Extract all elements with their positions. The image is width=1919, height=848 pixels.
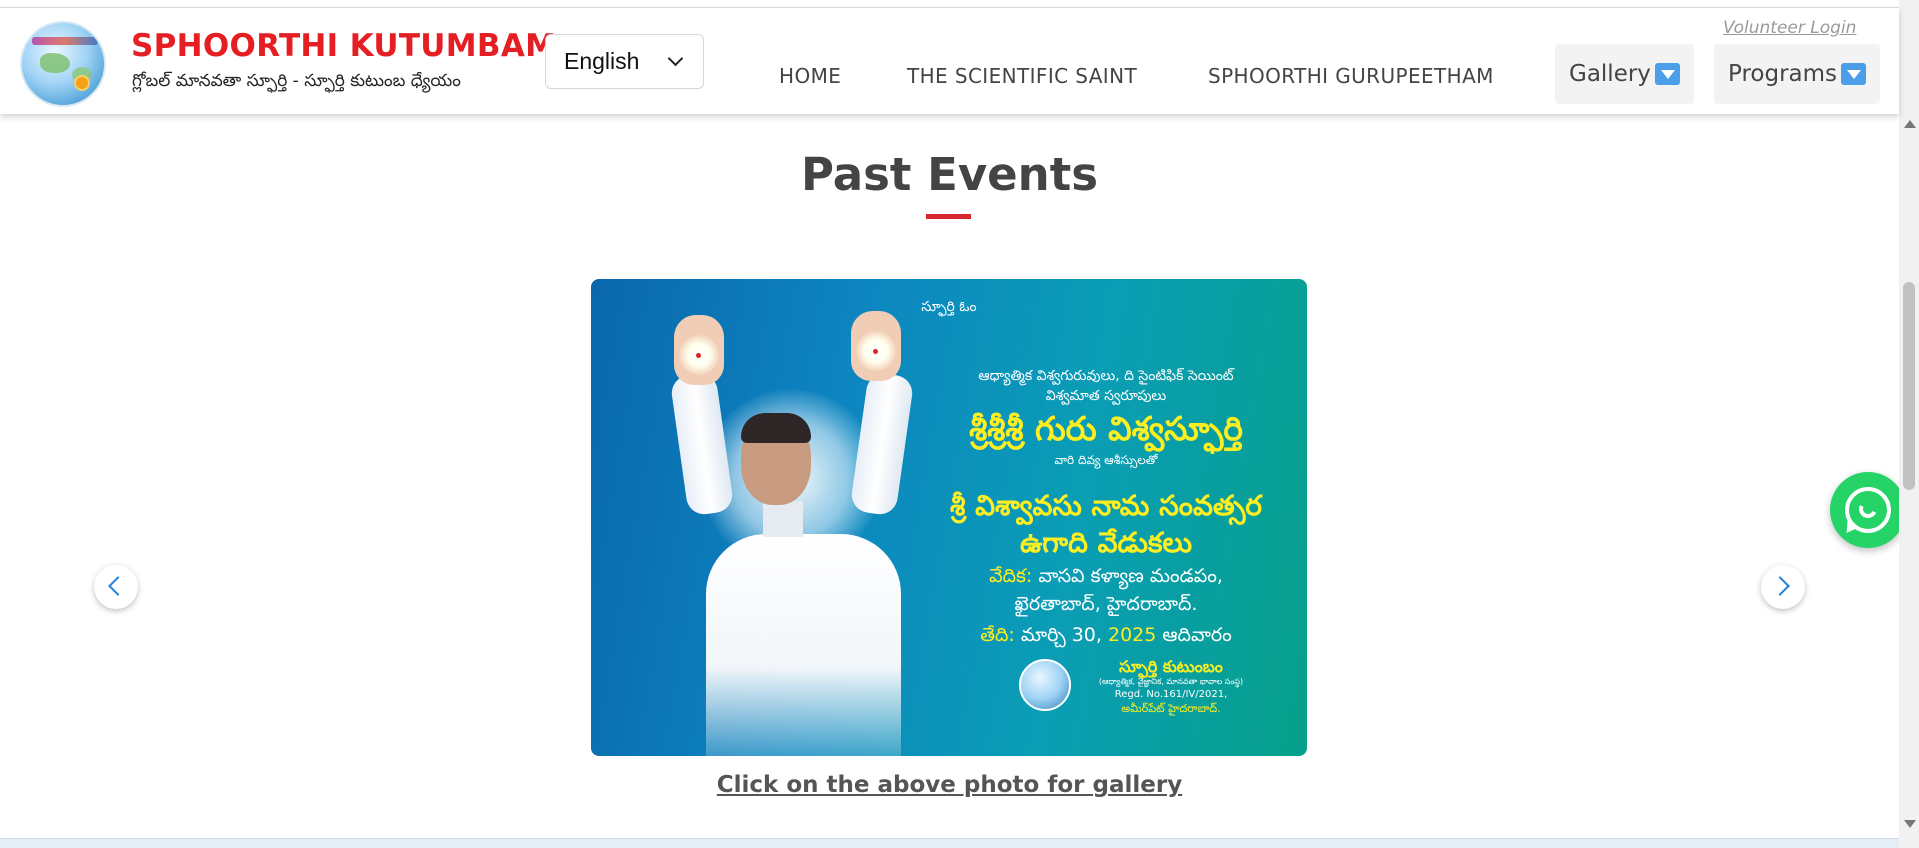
carousel-next-button[interactable]	[1761, 565, 1805, 609]
date-label: తేది:	[980, 624, 1015, 646]
palm-dot	[873, 349, 878, 354]
slide-org-reg: Regd. No.161/IV/2021,	[1114, 689, 1228, 700]
top-border	[0, 0, 1899, 8]
bottom-bar	[0, 838, 1899, 848]
chevron-left-icon	[108, 576, 128, 596]
date-text: మార్చి 30,	[1020, 624, 1102, 646]
slide-line1: ఆధ్యాత్మిక విశ్వగురువులు, ది సైంటిఫిక్ స…	[978, 368, 1234, 384]
page-scrollbar[interactable]	[1899, 0, 1919, 848]
date-year: 2025	[1107, 624, 1157, 646]
site-header: SPHOORTHI KUTUMBAM గ్లోబల్ మానవతా స్ఫూర్…	[0, 8, 1899, 114]
nav-home[interactable]: HOME	[779, 64, 841, 88]
whatsapp-button[interactable]	[1830, 472, 1906, 548]
scroll-up-icon[interactable]	[1904, 120, 1916, 128]
venue-label: వేదిక:	[989, 565, 1033, 587]
date-day: ఆదివారం	[1162, 624, 1232, 646]
figure-collar	[763, 501, 803, 537]
slide-org-place: అమీర్‌పేట్ హైదరాబాద్.	[1121, 702, 1221, 715]
gallery-link-caption[interactable]: Click on the above photo for gallery	[0, 772, 1899, 798]
chevron-right-icon	[1770, 576, 1790, 596]
chevron-down-icon	[667, 50, 684, 67]
volunteer-login-link[interactable]: Volunteer Login	[1723, 18, 1856, 38]
palm-icon	[674, 315, 724, 385]
venue-text: వాసవి కళ్యాణ మండపం,	[1038, 565, 1223, 587]
figure-body	[706, 534, 901, 756]
dropdown-arrow-icon	[1841, 63, 1867, 85]
nav-gallery-label: Gallery	[1569, 61, 1651, 87]
site-logo[interactable]	[20, 21, 106, 107]
raised-arm	[849, 371, 915, 517]
nav-sphoorthi-gurupeetham[interactable]: SPHOORTHI GURUPEETHAM	[1208, 64, 1494, 88]
nav-programs-label: Programs	[1728, 61, 1838, 87]
title-underline	[926, 214, 971, 219]
figure-hair	[741, 413, 811, 443]
language-value: English	[564, 48, 640, 74]
logo-sun	[74, 75, 90, 91]
slide-guru-name: శ్రీశ్రీశ్రీ గురు విశ్వస్ఫూర్తి	[969, 409, 1243, 448]
palm-icon	[851, 311, 901, 381]
logo-land	[40, 53, 70, 73]
slide-date-line: తేది: మార్చి 30, 2025 ఆదివారం	[926, 624, 1286, 651]
scrollbar-thumb[interactable]	[1903, 282, 1915, 490]
brand-title[interactable]: SPHOORTHI KUTUMBAM	[131, 28, 556, 64]
language-select[interactable]: English	[545, 34, 704, 89]
dropdown-arrow-icon	[1654, 63, 1680, 85]
raised-arm	[669, 371, 735, 517]
slide-venue-line1: వేదిక: వాసవి కళ్యాణ మండపం,	[926, 565, 1286, 592]
event-slide-image[interactable]: స్ఫూర్తి ఓం ఆధ్యాత్మిక విశ్వగురువులు, ది…	[591, 279, 1307, 756]
palm-dot	[696, 353, 701, 358]
nav-programs-dropdown[interactable]: Programs	[1714, 44, 1881, 104]
section-title: Past Events	[800, 148, 1099, 201]
slide-venue-line2: ఖైరతాబాద్, హైదరాబాద్.	[1014, 593, 1198, 615]
scroll-down-icon[interactable]	[1904, 820, 1916, 828]
slide-top-text: స్ఫూర్తి ఓం	[921, 299, 977, 315]
nav-scientific-saint[interactable]: THE SCIENTIFIC SAINT	[907, 64, 1137, 88]
slide-org-sub: (ఆధ్యాత్మిక, వైజ్ఞానిక, మానవతా భావాల సంస…	[1098, 677, 1244, 686]
carousel-prev-button[interactable]	[94, 565, 138, 609]
slide-event-line1: శ్రీ విశ్వావసు నామ సంవత్సర	[949, 489, 1263, 522]
slide-blessing: వారి దివ్య ఆశీస్సులతో	[1054, 453, 1158, 467]
nav-gallery-dropdown[interactable]: Gallery	[1555, 44, 1694, 104]
slide-event-line2: ఉగాది వేడుకలు	[1019, 526, 1193, 559]
brand-tagline: గ్లోబల్ మానవతా స్ఫూర్తి - స్ఫూర్తి కుటుం…	[132, 71, 461, 91]
slide-line2: విశ్వమాత స్వరూపులు	[1045, 388, 1167, 404]
logo-lettering	[32, 37, 98, 45]
